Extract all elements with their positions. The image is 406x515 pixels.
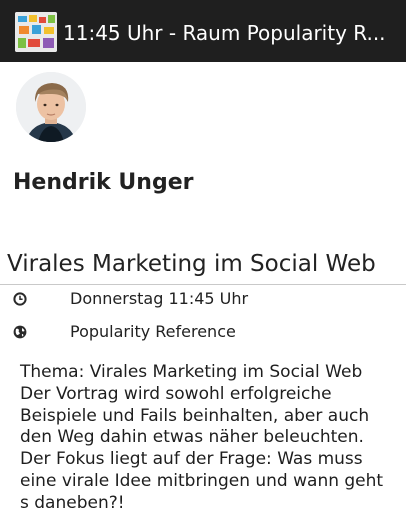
action-bar: 11:45 Uhr - Raum Popularity R... <box>0 0 406 62</box>
app-logo-icon[interactable] <box>15 12 57 52</box>
talk-title: Virales Marketing im Social Web <box>7 251 376 277</box>
talk-description: Thema: Virales Marketing im Social Web D… <box>20 362 384 513</box>
time-row: Donnerstag 11:45 Uhr <box>0 286 406 312</box>
talk-time: Donnerstag 11:45 Uhr <box>70 289 249 308</box>
page-title: 11:45 Uhr - Raum Popularity R... <box>63 21 386 45</box>
talk-room: Popularity Reference <box>70 322 236 341</box>
avatar <box>16 72 86 142</box>
clock-icon <box>13 291 27 306</box>
speaker-name: Hendrik Unger <box>13 170 194 195</box>
globe-icon <box>13 324 27 339</box>
divider <box>0 284 406 285</box>
room-row: Popularity Reference <box>0 319 406 345</box>
